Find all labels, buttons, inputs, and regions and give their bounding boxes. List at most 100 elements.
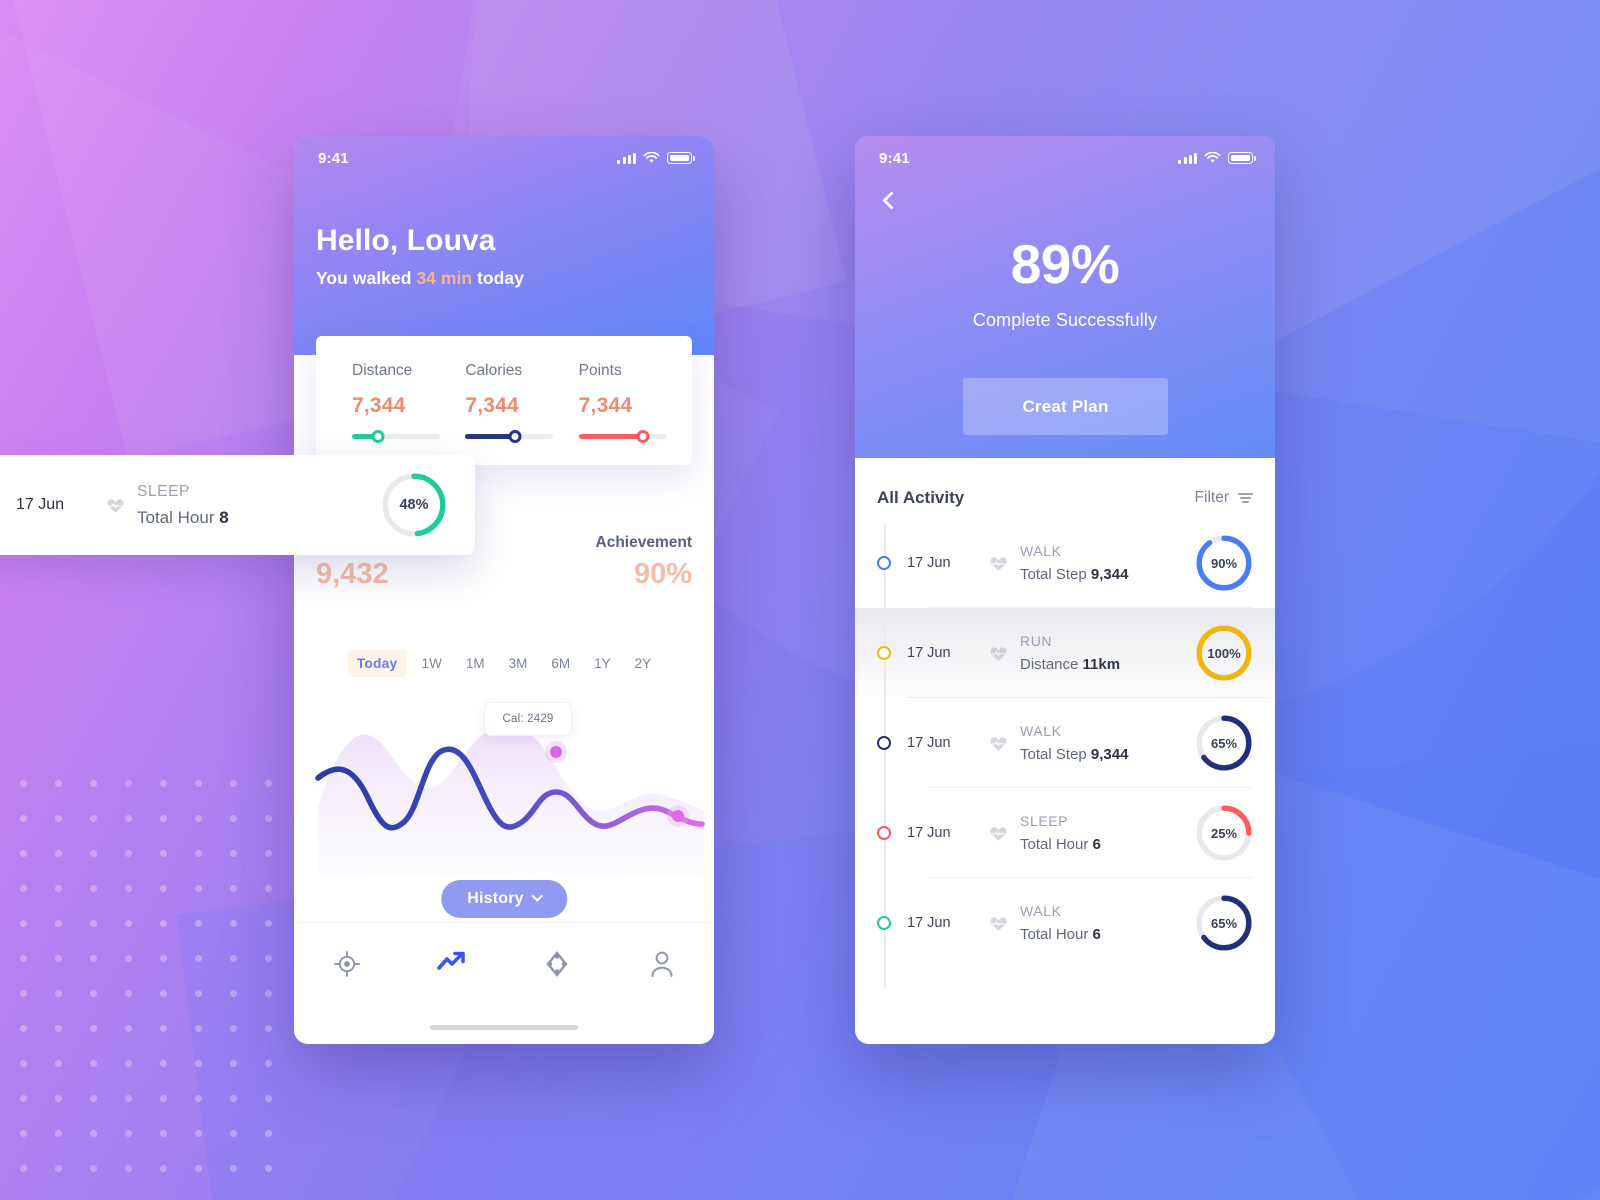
slider-knob[interactable] (636, 430, 650, 443)
progress-ring-label: 100% (1207, 645, 1241, 661)
achievement-value: 90% (633, 558, 692, 590)
activity-date: 17 Jun (907, 825, 951, 841)
activity-header: All Activity Filter (877, 458, 1253, 518)
progress-ring-label: 65% (1210, 915, 1238, 931)
activity-details: WALK Total Hour 6 (1020, 903, 1195, 943)
tab-target[interactable] (294, 949, 399, 979)
greeting-title: Hello, Louva (316, 224, 496, 257)
progress-ring: 100% (1195, 624, 1253, 682)
slider-knob[interactable] (371, 430, 385, 443)
timeline-dot (877, 646, 891, 660)
stat-value: 7,344 (465, 394, 519, 417)
activity-details: WALK Total Step 9,344 (1020, 723, 1195, 763)
trending-up-icon (436, 951, 465, 970)
activity-details: RUN Distance 11km (1020, 633, 1195, 673)
heartbeat-icon (990, 826, 1007, 841)
app-mockup-stage: 9:41 Hello, Louva You walked 34 min toda… (0, 0, 1600, 1200)
create-plan-button[interactable]: Creat Plan (963, 378, 1168, 435)
chart-point-primary (550, 746, 562, 758)
slider-knob[interactable] (508, 430, 522, 443)
stat-value: 7,344 (578, 394, 633, 417)
range-tab-6m[interactable]: 6M (542, 650, 579, 677)
activity-type: WALK (1020, 903, 1062, 919)
range-tab-today[interactable]: Today (347, 650, 407, 677)
activity-row[interactable]: 17 Jun WALK Total Hour 6 65% (877, 878, 1253, 968)
status-bar: 9:41 (294, 136, 714, 180)
compass-icon (545, 951, 568, 977)
stats-card: Distance 7,344 Calories 7,344 Points 7,3… (316, 336, 692, 465)
total-step-value: 9,432 (316, 558, 389, 590)
activity-type: SLEEP (137, 482, 190, 500)
activity-metric: Total Hour 8 (137, 507, 229, 527)
back-button[interactable] (877, 190, 903, 216)
activity-row[interactable]: 17 Jun RUN Distance 11km 100% (855, 608, 1275, 698)
stat-label: Distance (352, 362, 413, 379)
activity-date: 17 Jun (907, 645, 951, 661)
heartbeat-icon (990, 556, 1007, 571)
greeting-subtitle: You walked 34 min today (316, 268, 714, 289)
stat-slider[interactable] (352, 430, 440, 443)
range-tab-3m[interactable]: 3M (500, 650, 537, 677)
subtitle-pre: You walked (316, 268, 417, 288)
activity-panel: All Activity Filter 17 Jun WALK Total St… (855, 458, 1275, 1044)
activity-row[interactable]: 17 Jun SLEEP Total Hour 6 25% (877, 788, 1253, 878)
activity-metric: Total Hour 6 (1020, 926, 1101, 943)
floating-activity-card[interactable]: 17 Jun SLEEP Total Hour 8 48% (0, 455, 475, 555)
filter-label: Filter (1194, 489, 1229, 506)
target-icon (333, 951, 360, 977)
tab-compass[interactable] (504, 949, 609, 979)
slider-fill (578, 434, 643, 439)
heartbeat-icon (990, 646, 1007, 661)
stat-slider[interactable] (465, 430, 554, 443)
greeting-block: Hello, Louva You walked 34 min today (294, 180, 714, 289)
activity-type: WALK (1020, 723, 1062, 739)
progress-header: 9:41 89% Complete Successfully Creat Pla… (855, 136, 1275, 666)
activity-row[interactable]: 17 Jun WALK Total Step 9,344 65% (877, 698, 1253, 788)
achievement-label: Achievement (595, 534, 692, 551)
heartbeat-icon (990, 916, 1007, 931)
activity-date: 17 Jun (907, 555, 951, 571)
stat-slider[interactable] (578, 430, 667, 443)
activity-row[interactable]: 17 Jun WALK Total Step 9,344 90% (877, 518, 1253, 608)
chevron-down-icon (531, 890, 543, 902)
filter-icon (1238, 492, 1253, 504)
timeline-dot (877, 556, 891, 570)
activity-metric: Total Step 9,344 (1020, 746, 1129, 763)
home-indicator (430, 1025, 578, 1030)
activity-date: 17 Jun (16, 496, 65, 513)
range-tab-1m[interactable]: 1M (457, 650, 494, 677)
range-tab-2y[interactable]: 2Y (626, 650, 661, 677)
activity-type: RUN (1020, 633, 1053, 649)
progress-ring: 25% (1195, 804, 1253, 862)
wifi-icon (643, 152, 660, 163)
status-bar-time: 9:41 (318, 149, 349, 167)
stat-calories: Calories 7,344 (447, 362, 560, 443)
status-bar-icons (617, 152, 695, 164)
progress-ring: 48% (381, 472, 447, 538)
progress-ring: 65% (1195, 894, 1253, 952)
range-tabs[interactable]: Today 1W 1M 3M 6M 1Y 2Y (316, 650, 692, 677)
progress-ring: 90% (1195, 534, 1253, 592)
range-tab-1w[interactable]: 1W (413, 650, 451, 677)
activity-metric: Total Step 9,344 (1020, 566, 1129, 583)
signal-icon (617, 152, 636, 164)
tab-stats[interactable] (399, 949, 504, 975)
chevron-left-icon (882, 191, 901, 210)
range-tab-1y[interactable]: 1Y (585, 650, 620, 677)
activity-date: 17 Jun (907, 735, 951, 751)
filter-button[interactable]: Filter (1195, 489, 1253, 507)
progress-ring-label: 90% (1210, 555, 1238, 571)
tab-profile[interactable] (609, 949, 714, 979)
activity-details: SLEEP Total Hour 6 (1020, 813, 1195, 853)
progress-ring-label: 48% (399, 497, 429, 513)
activity-details: WALK Total Step 9,344 (1020, 543, 1195, 583)
timeline-dot (877, 826, 891, 840)
progress-ring: 65% (1195, 714, 1253, 772)
progress-ring-label: 25% (1210, 825, 1238, 841)
activity-type: SLEEP (1020, 813, 1069, 829)
phone-dashboard-screen: 9:41 Hello, Louva You walked 34 min toda… (294, 136, 714, 1044)
history-button[interactable]: History (441, 880, 567, 918)
completion-percent: 89% (1010, 233, 1120, 295)
activity-chart: Cal: 2429 (294, 694, 714, 894)
activity-list: 17 Jun WALK Total Step 9,344 90% 17 Jun … (855, 518, 1275, 968)
